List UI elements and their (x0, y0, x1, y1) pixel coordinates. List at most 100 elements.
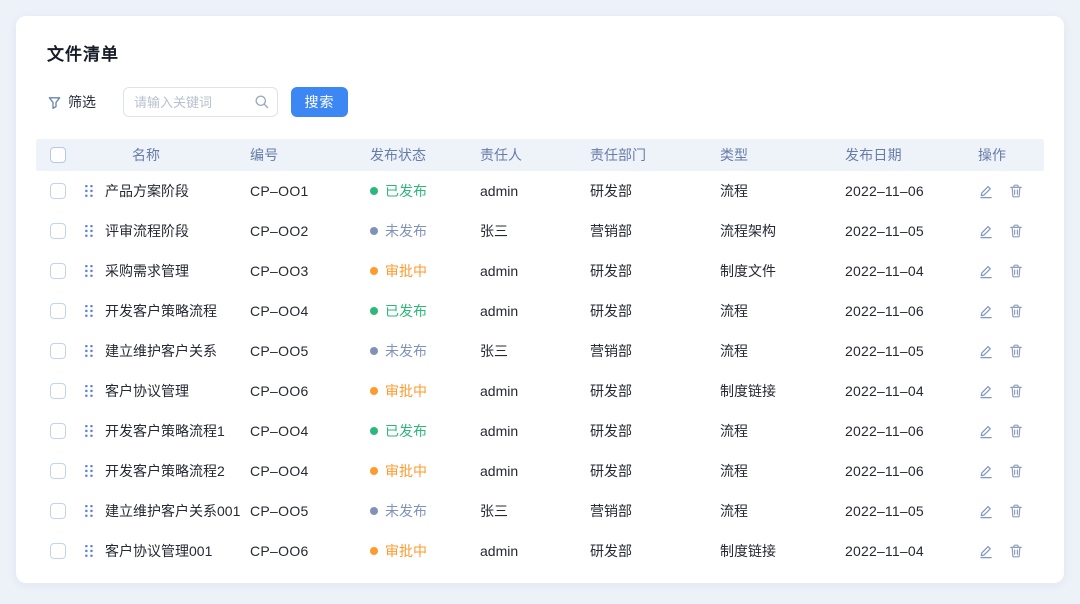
file-list-card: 文件清单 筛选 搜索 名称 (16, 16, 1064, 583)
trash-icon (1008, 303, 1024, 319)
pencil-icon (978, 263, 994, 279)
trash-icon (1008, 183, 1024, 199)
drag-handle-icon[interactable] (84, 464, 94, 478)
file-name: 建立维护客户关系001 (105, 501, 240, 521)
table-header: 名称 编号 发布状态 责任人 责任部门 类型 发布日期 操作 (36, 139, 1044, 171)
row-checkbox[interactable] (50, 263, 66, 279)
trash-icon (1008, 543, 1024, 559)
name-cell: 客户协议管理 (84, 381, 242, 401)
drag-handle-icon[interactable] (84, 184, 94, 198)
drag-handle-icon[interactable] (84, 224, 94, 238)
column-header-type: 类型 (712, 145, 837, 165)
delete-button[interactable] (1008, 423, 1024, 439)
row-checkbox[interactable] (50, 343, 66, 359)
file-name: 产品方案阶段 (105, 181, 189, 201)
delete-button[interactable] (1008, 543, 1024, 559)
delete-button[interactable] (1008, 343, 1024, 359)
row-checkbox[interactable] (50, 503, 66, 519)
row-checkbox[interactable] (50, 463, 66, 479)
status-text: 已发布 (385, 301, 427, 321)
delete-button[interactable] (1008, 503, 1024, 519)
date-cell: 2022–11–06 (837, 463, 970, 479)
funnel-icon (47, 95, 62, 110)
delete-button[interactable] (1008, 303, 1024, 319)
status-dot (370, 507, 378, 515)
column-header-code: 编号 (242, 145, 362, 165)
edit-button[interactable] (978, 463, 994, 479)
edit-button[interactable] (978, 303, 994, 319)
row-select-cell (36, 543, 84, 559)
owner-cell: admin (472, 263, 582, 279)
edit-button[interactable] (978, 263, 994, 279)
status-cell: 审批中 (362, 541, 472, 561)
status-dot (370, 387, 378, 395)
filter-toggle-button[interactable]: 筛选 (47, 92, 96, 112)
status-dot (370, 427, 378, 435)
row-select-cell (36, 383, 84, 399)
pencil-icon (978, 383, 994, 399)
edit-button[interactable] (978, 183, 994, 199)
row-checkbox[interactable] (50, 183, 66, 199)
row-checkbox[interactable] (50, 543, 66, 559)
pencil-icon (978, 463, 994, 479)
delete-button[interactable] (1008, 463, 1024, 479)
select-all-checkbox[interactable] (50, 147, 66, 163)
trash-icon (1008, 263, 1024, 279)
file-name: 采购需求管理 (105, 261, 189, 281)
page-title: 文件清单 (47, 40, 1044, 65)
delete-button[interactable] (1008, 223, 1024, 239)
delete-button[interactable] (1008, 383, 1024, 399)
table-row: 开发客户策略流程1 CP–OO4 已发布 admin 研发部 流程 2022–1… (36, 411, 1044, 451)
row-checkbox[interactable] (50, 223, 66, 239)
pencil-icon (978, 503, 994, 519)
type-cell: 流程 (712, 421, 837, 441)
name-cell: 开发客户策略流程 (84, 301, 242, 321)
drag-handle-icon[interactable] (84, 384, 94, 398)
edit-button[interactable] (978, 543, 994, 559)
file-code: CP–OO4 (242, 303, 362, 319)
file-name: 开发客户策略流程 (105, 301, 217, 321)
dept-cell: 研发部 (582, 461, 712, 481)
name-cell: 开发客户策略流程2 (84, 461, 242, 481)
edit-button[interactable] (978, 423, 994, 439)
drag-handle-icon[interactable] (84, 544, 94, 558)
status-text: 审批中 (385, 381, 427, 401)
dept-cell: 研发部 (582, 261, 712, 281)
date-cell: 2022–11–04 (837, 263, 970, 279)
status-dot (370, 227, 378, 235)
search-input[interactable] (123, 87, 278, 117)
edit-button[interactable] (978, 343, 994, 359)
ops-cell (970, 383, 1044, 399)
row-checkbox[interactable] (50, 383, 66, 399)
pencil-icon (978, 183, 994, 199)
table-row: 产品方案阶段 CP–OO1 已发布 admin 研发部 流程 2022–11–0… (36, 171, 1044, 211)
type-cell: 制度链接 (712, 381, 837, 401)
delete-button[interactable] (1008, 183, 1024, 199)
status-text: 已发布 (385, 421, 427, 441)
edit-button[interactable] (978, 503, 994, 519)
file-name: 评审流程阶段 (105, 221, 189, 241)
row-select-cell (36, 503, 84, 519)
date-cell: 2022–11–04 (837, 543, 970, 559)
edit-button[interactable] (978, 383, 994, 399)
drag-handle-icon[interactable] (84, 264, 94, 278)
ops-cell (970, 503, 1044, 519)
drag-handle-icon[interactable] (84, 424, 94, 438)
type-cell: 流程 (712, 301, 837, 321)
status-text: 审批中 (385, 461, 427, 481)
column-header-dept: 责任部门 (582, 145, 712, 165)
search-button[interactable]: 搜索 (291, 87, 348, 117)
row-select-cell (36, 463, 84, 479)
row-checkbox[interactable] (50, 303, 66, 319)
edit-button[interactable] (978, 223, 994, 239)
drag-handle-icon[interactable] (84, 344, 94, 358)
drag-handle-icon[interactable] (84, 504, 94, 518)
status-cell: 审批中 (362, 381, 472, 401)
trash-icon (1008, 223, 1024, 239)
ops-cell (970, 343, 1044, 359)
row-checkbox[interactable] (50, 423, 66, 439)
dept-cell: 研发部 (582, 541, 712, 561)
status-cell: 审批中 (362, 261, 472, 281)
delete-button[interactable] (1008, 263, 1024, 279)
drag-handle-icon[interactable] (84, 304, 94, 318)
